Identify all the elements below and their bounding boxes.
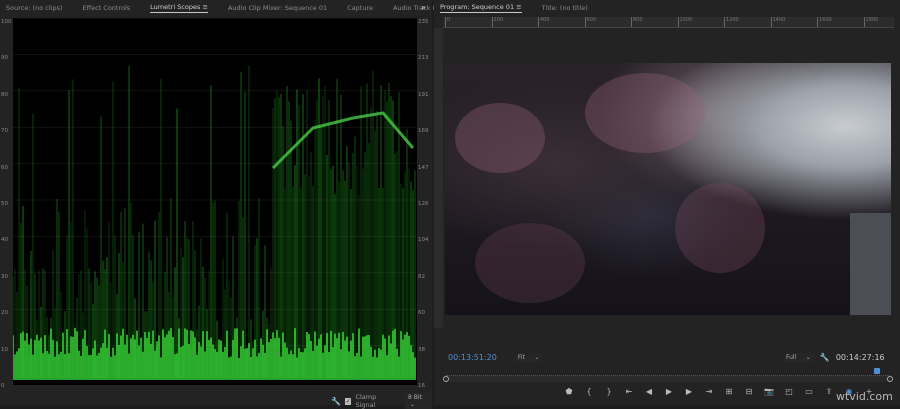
ruler-label: 1800	[863, 17, 878, 27]
zoom-value: Fit	[517, 354, 525, 361]
right-axis-label: 169	[418, 128, 429, 135]
tab-audio-clip-mixer[interactable]: Audio Clip Mixer: Sequence 01	[228, 4, 327, 13]
left-axis-label: 60	[1, 164, 8, 171]
clamp-signal-label: Clamp Signal	[355, 393, 377, 409]
menu-icon[interactable]: ≡	[516, 3, 521, 11]
tab-source[interactable]: Source: (no clips)	[6, 4, 63, 13]
right-axis-label: 60	[418, 310, 425, 317]
left-axis-label: 20	[1, 310, 8, 317]
right-axis-label: 104	[418, 237, 429, 244]
left-panel-tabs: Source: (no clips) Effect Controls Lumet…	[6, 0, 483, 16]
step-back-icon[interactable]: ◀	[642, 387, 656, 396]
ruler-label: 800	[631, 17, 643, 27]
out-handle[interactable]	[887, 376, 893, 382]
right-axis-label: 213	[418, 55, 429, 62]
safe-margins-icon[interactable]: ▭	[802, 387, 816, 396]
tab-effect-controls[interactable]: Effect Controls	[83, 4, 131, 13]
right-axis-label: 235	[418, 19, 429, 25]
left-axis-label: 10	[1, 346, 8, 353]
left-axis-label: 80	[1, 91, 8, 98]
ruler-label: 1600	[817, 17, 832, 27]
left-axis-label: 30	[1, 273, 8, 280]
right-axis-label: 147	[418, 164, 429, 171]
ruler-label: 0	[445, 17, 450, 27]
ruler-label: 400	[538, 17, 550, 27]
bit-depth-value: 8 Bit	[408, 394, 422, 401]
waveform-scope	[13, 18, 417, 385]
ruler-label: 1000	[677, 17, 692, 27]
right-axis-label: 16	[418, 383, 425, 389]
left-axis-label: 70	[1, 128, 8, 135]
menu-icon[interactable]: ≡	[203, 3, 208, 11]
go-to-in-icon[interactable]: ⇤	[622, 387, 636, 396]
insert-icon[interactable]: ⇪	[822, 387, 836, 396]
ruler-label: 200	[491, 17, 503, 27]
lift-icon[interactable]: ⊞	[722, 387, 736, 396]
step-forward-icon[interactable]: ▶	[682, 387, 696, 396]
horizontal-ruler: 0 200 400 600 800 1000 1200 1400 1600 1800	[443, 17, 894, 28]
tab-label: Lumetri Scopes	[150, 3, 201, 11]
watermark: wtvid.com	[836, 390, 893, 403]
right-axis-label: 126	[418, 201, 429, 207]
bit-depth-select[interactable]: 8 Bit ⌄	[405, 393, 432, 409]
program-video-frame	[445, 63, 891, 315]
left-axis-label: 50	[1, 201, 8, 207]
current-timecode[interactable]: 00:13:51:20	[448, 353, 497, 362]
zoom-select[interactable]: Fit ⌄	[514, 353, 543, 362]
tab-title: Title: (no title)	[541, 3, 588, 12]
export-frame-icon[interactable]: 📷	[762, 387, 776, 396]
extract-icon[interactable]: ⊟	[742, 387, 756, 396]
right-axis-label: 82	[418, 273, 425, 280]
ruler-label: 1200	[724, 17, 739, 27]
vertical-ruler	[434, 28, 443, 328]
ruler-label: 1400	[770, 17, 785, 27]
left-axis-label: 40	[1, 237, 8, 244]
right-axis-label: 38	[418, 346, 425, 353]
tab-label: Program: Sequence 01	[440, 3, 515, 11]
duration-timecode: 00:14:27:16	[835, 353, 885, 362]
left-axis-label: 0	[1, 383, 5, 389]
wrench-icon[interactable]: 🔧	[820, 353, 830, 362]
resolution-select[interactable]: Full ⌄	[783, 353, 814, 362]
left-axis-label: 100	[1, 19, 12, 25]
ruler-label: 600	[584, 17, 596, 27]
go-to-out-icon[interactable]: ⇥	[702, 387, 716, 396]
lumetri-scopes-panel: Source: (no clips) Effect Controls Lumet…	[0, 0, 463, 409]
mark-out-icon[interactable]: }	[602, 387, 616, 396]
right-panel-tabs: Program: Sequence 01 ≡ Title: (no title)	[440, 0, 608, 16]
mark-in-icon[interactable]: {	[582, 387, 596, 396]
playhead[interactable]	[873, 368, 880, 374]
clamp-signal-checkbox[interactable]: ✓	[344, 397, 352, 405]
timeline-scrubber[interactable]	[443, 368, 893, 382]
resolution-value: Full	[786, 354, 797, 361]
add-marker-icon[interactable]: ⬟	[562, 387, 576, 396]
comparison-view-icon[interactable]: ◰	[782, 387, 796, 396]
tab-capture[interactable]: Capture	[347, 4, 373, 13]
left-axis-label: 90	[1, 55, 8, 62]
transport-controls: ⬟ { } ⇤ ◀ ▶ ▶ ⇥ ⊞ ⊟ 📷 ◰ ▭ ⇪ ◉ +	[562, 387, 876, 396]
in-handle[interactable]	[443, 376, 449, 382]
overflow-tabs-icon[interactable]: »	[421, 3, 426, 12]
right-axis-label: 191	[418, 91, 429, 98]
scope-footer: 🔧 ✓ Clamp Signal 8 Bit ⌄	[331, 393, 432, 409]
wrench-icon[interactable]: 🔧	[331, 397, 341, 406]
tab-program[interactable]: Program: Sequence 01 ≡	[440, 3, 522, 13]
tab-lumetri-scopes[interactable]: Lumetri Scopes ≡	[150, 3, 208, 13]
play-icon[interactable]: ▶	[662, 387, 676, 396]
